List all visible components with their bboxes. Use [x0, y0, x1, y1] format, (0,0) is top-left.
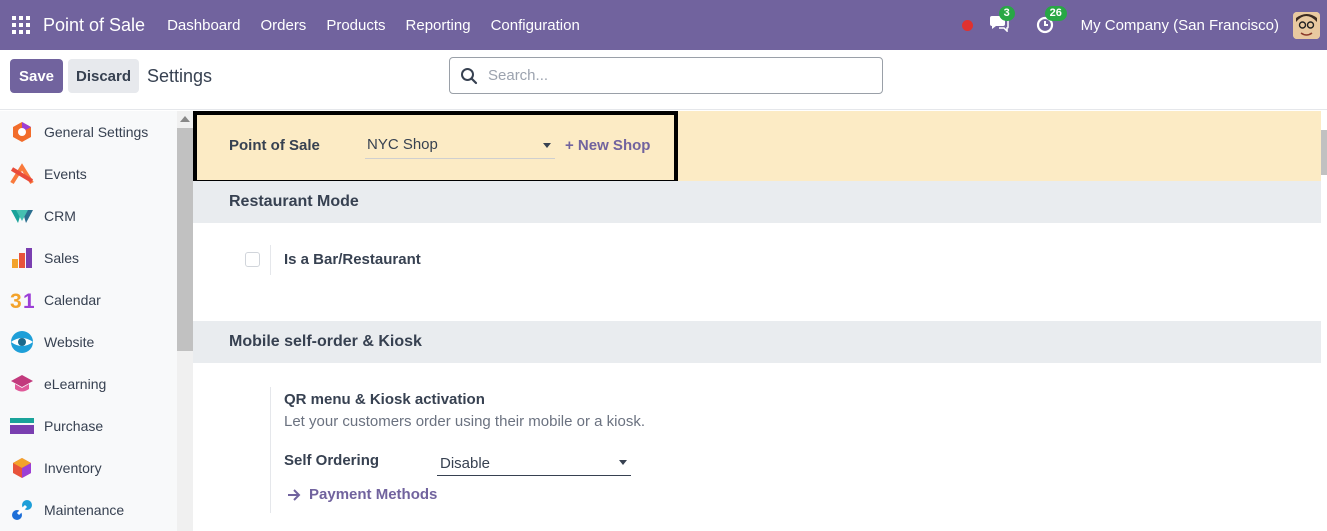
divider	[270, 387, 271, 513]
menu-products[interactable]: Products	[316, 17, 395, 34]
sidebar-item-label: General Settings	[44, 124, 149, 140]
menu-dashboard[interactable]: Dashboard	[157, 17, 250, 34]
save-button[interactable]: Save	[10, 59, 63, 93]
sidebar-item-purchase[interactable]: Purchase	[0, 405, 177, 447]
self-ordering-label: Self Ordering	[284, 452, 380, 469]
sidebar-item-crm[interactable]: CRM	[0, 195, 177, 237]
payment-methods-label: Payment Methods	[309, 486, 438, 503]
company-switcher[interactable]: My Company (San Francisco)	[1081, 17, 1279, 34]
top-navbar: Point of Sale Dashboard Orders Products …	[0, 0, 1327, 50]
shop-select[interactable]: NYC Shop	[365, 131, 555, 159]
content-scrollbar-thumb[interactable]	[1321, 130, 1327, 175]
search-icon	[461, 67, 478, 84]
bar-restaurant-label[interactable]: Is a Bar/Restaurant	[284, 251, 421, 268]
settings-sidebar: General Settings Events CRM Sales 31 Cal…	[0, 111, 177, 531]
menu-configuration[interactable]: Configuration	[481, 17, 590, 34]
arrow-right-icon	[288, 488, 301, 501]
sidebar-item-website[interactable]: Website	[0, 321, 177, 363]
self-ordering-value: Disable	[440, 454, 491, 472]
general-settings-icon	[10, 120, 34, 144]
shop-label: Point of Sale	[229, 137, 320, 154]
section-heading-restaurant: Restaurant Mode	[193, 181, 1321, 223]
user-avatar[interactable]	[1293, 11, 1320, 39]
elearning-icon	[10, 372, 34, 396]
sidebar-item-calendar[interactable]: 31 Calendar	[0, 279, 177, 321]
menu-orders[interactable]: Orders	[250, 17, 316, 34]
caret-down-icon	[543, 143, 551, 148]
purchase-icon	[10, 414, 34, 438]
search-placeholder: Search...	[488, 67, 549, 84]
settings-content: Point of Sale NYC Shop + New Shop Restau…	[193, 111, 1321, 531]
website-icon	[10, 330, 34, 354]
sidebar-item-label: eLearning	[44, 376, 107, 392]
discard-button[interactable]: Discard	[68, 59, 139, 93]
scrollbar-thumb[interactable]	[177, 128, 193, 351]
sidebar-scrollbar[interactable]	[177, 111, 193, 531]
sidebar-item-general-settings[interactable]: General Settings	[0, 111, 177, 153]
svg-text:3: 3	[10, 290, 22, 311]
sidebar-item-sales[interactable]: Sales	[0, 237, 177, 279]
kiosk-setting-description: Let your customers order using their mob…	[284, 413, 645, 430]
sidebar-item-label: CRM	[44, 208, 76, 224]
events-icon	[10, 162, 34, 186]
sidebar-item-elearning[interactable]: eLearning	[0, 363, 177, 405]
new-shop-button[interactable]: + New Shop	[565, 137, 650, 154]
activities-button[interactable]: 26	[1035, 6, 1067, 36]
app-name[interactable]: Point of Sale	[43, 15, 145, 36]
caret-down-icon	[619, 460, 627, 465]
recording-indicator-icon[interactable]	[961, 19, 973, 31]
control-panel: Save Discard Settings Search...	[0, 50, 1327, 110]
page-title: Settings	[147, 66, 213, 86]
search-input[interactable]: Search...	[449, 57, 883, 94]
messages-button[interactable]: 3	[989, 6, 1015, 36]
sidebar-item-label: Purchase	[44, 418, 104, 434]
divider	[270, 245, 271, 275]
sidebar-item-maintenance[interactable]: Maintenance	[0, 489, 177, 531]
sidebar-item-label: Calendar	[44, 292, 101, 308]
sidebar-item-label: Maintenance	[44, 502, 125, 518]
apps-menu-icon[interactable]	[12, 16, 30, 34]
menu-reporting[interactable]: Reporting	[396, 17, 481, 34]
section-heading-kiosk: Mobile self-order & Kiosk	[193, 321, 1321, 363]
crm-icon	[10, 204, 34, 228]
sales-icon	[10, 246, 34, 270]
sidebar-item-events[interactable]: Events	[0, 153, 177, 195]
svg-text:1: 1	[23, 290, 34, 311]
sidebar-item-label: Website	[44, 334, 95, 350]
self-ordering-select[interactable]: Disable	[437, 451, 631, 476]
sidebar-item-label: Inventory	[44, 460, 102, 476]
kiosk-setting-title: QR menu & Kiosk activation	[284, 391, 485, 408]
sidebar-item-inventory[interactable]: Inventory	[0, 447, 177, 489]
inventory-icon	[10, 456, 34, 480]
sidebar-item-label: Events	[44, 166, 87, 182]
scroll-up-arrow-icon[interactable]	[180, 116, 190, 122]
bar-restaurant-checkbox[interactable]	[245, 252, 260, 267]
calendar-icon: 31	[10, 288, 34, 312]
maintenance-icon	[10, 498, 34, 522]
activities-count-badge: 26	[1044, 6, 1067, 21]
sidebar-item-label: Sales	[44, 250, 80, 266]
shop-select-value: NYC Shop	[367, 136, 438, 153]
messages-count-badge: 3	[998, 6, 1015, 21]
payment-methods-link[interactable]: Payment Methods	[287, 486, 437, 503]
